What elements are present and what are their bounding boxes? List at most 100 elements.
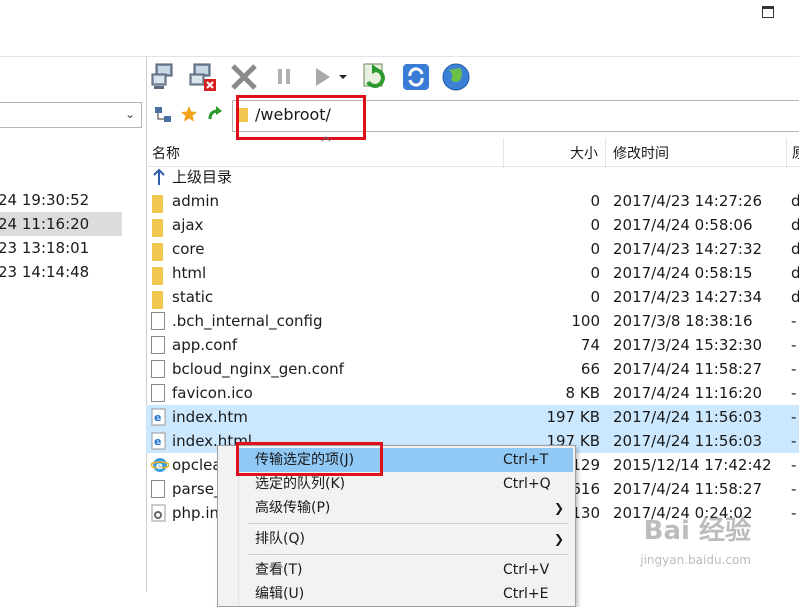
- column-divider[interactable]: [503, 138, 504, 168]
- table-row[interactable]: 上级目录: [146, 165, 799, 189]
- file-size: 0: [590, 216, 600, 234]
- cancel-icon[interactable]: [228, 60, 260, 94]
- chevron-down-icon[interactable]: ⌄: [125, 107, 135, 121]
- folder-icon: [152, 195, 163, 213]
- menu-item-queue[interactable]: 排队(Q) ❯: [218, 527, 573, 551]
- parent-directory-icon: [151, 168, 167, 186]
- table-row[interactable]: .bch_internal_config 100 2017/3/8 18:38:16…: [146, 309, 799, 333]
- svg-text:e: e: [154, 435, 161, 448]
- file-modified: 2017/4/23 14:27:34: [613, 288, 763, 306]
- file-attr: -: [791, 480, 797, 498]
- file-icon: [151, 384, 165, 402]
- file-name: bcloud_nginx_gen.conf: [172, 360, 344, 378]
- parent-dir-icon[interactable]: [206, 105, 224, 123]
- refresh-icon[interactable]: [400, 60, 432, 94]
- column-extra[interactable]: 原: [792, 143, 799, 163]
- table-row[interactable]: html 0 2017/4/24 0:58:15 d: [146, 261, 799, 285]
- file-modified: 2017/4/24 11:56:03: [613, 408, 763, 426]
- file-attr: -: [791, 456, 797, 474]
- globe-icon[interactable]: [440, 60, 472, 94]
- table-row[interactable]: bcloud_nginx_gen.conf 66 2017/4/24 11:58:2…: [146, 357, 799, 381]
- file-attr: -: [791, 504, 797, 522]
- table-row[interactable]: favicon.ico 8 KB 2017/4/24 11:16:20 -: [146, 381, 799, 405]
- file-modified: 2017/4/24 0:58:15: [613, 264, 753, 282]
- play-icon[interactable]: [306, 60, 338, 94]
- menu-divider: [248, 523, 568, 524]
- file-attr: d: [791, 264, 799, 282]
- file-icon: [151, 360, 165, 378]
- column-divider[interactable]: [605, 138, 606, 168]
- file-size: 66: [580, 360, 600, 378]
- table-row[interactable]: admin 0 2017/4/23 14:27:26 d: [146, 189, 799, 213]
- file-icon: [151, 336, 165, 354]
- network-disconnect-icon[interactable]: [188, 60, 220, 94]
- network-connect-icon[interactable]: [150, 60, 182, 94]
- play-dropdown-icon[interactable]: [336, 60, 350, 94]
- file-attr: d: [791, 216, 799, 234]
- file-size: 197 KB: [546, 408, 600, 426]
- file-modified: 2015/12/14 17:42:42: [613, 456, 772, 474]
- sort-ascending-icon: [321, 136, 331, 142]
- column-divider[interactable]: [786, 138, 787, 168]
- list-item[interactable]: 23 13:18:01: [0, 236, 146, 260]
- file-modified: 2017/4/24 11:58:27: [613, 480, 763, 498]
- file-size: 74: [580, 336, 600, 354]
- column-header: 名称 大小 修改时间 原: [146, 136, 799, 168]
- file-name: opclea: [172, 456, 222, 474]
- internet-explorer-icon: e: [150, 456, 170, 474]
- file-size: 0: [590, 264, 600, 282]
- star-icon[interactable]: [180, 105, 198, 123]
- maximize-window-icon[interactable]: [762, 6, 774, 18]
- menu-divider: [248, 554, 568, 555]
- file-modified: 2017/3/8 18:38:16: [613, 312, 753, 330]
- menu-item-advanced-transfer[interactable]: 高级传输(P) ❯: [218, 496, 573, 520]
- svg-text:e: e: [154, 411, 161, 424]
- column-modified[interactable]: 修改时间: [613, 143, 669, 163]
- submenu-arrow-icon: ❯: [554, 501, 565, 515]
- file-modified: 2017/4/24 0:58:06: [613, 216, 753, 234]
- folder-icon: [152, 291, 163, 309]
- file-name: .bch_internal_config: [172, 312, 323, 330]
- file-size: 100: [571, 312, 600, 330]
- file-name: html: [172, 264, 207, 282]
- site-tree-icon[interactable]: [154, 106, 172, 124]
- list-item[interactable]: 24 11:16:20: [0, 212, 122, 236]
- table-row[interactable]: e index.htm 197 KB 2017/4/24 11:56:03 -: [146, 405, 799, 429]
- column-name[interactable]: 名称: [152, 143, 180, 163]
- file-attr: -: [791, 336, 797, 354]
- table-row[interactable]: app.conf 74 2017/3/24 15:32:30 -: [146, 333, 799, 357]
- local-path-combo[interactable]: ⌄: [0, 102, 142, 128]
- file-name: parse_: [172, 480, 222, 498]
- file-name: php.in: [172, 504, 219, 522]
- html-file-icon: e: [151, 408, 167, 426]
- menu-item-edit[interactable]: 编辑(U) Ctrl+E: [218, 582, 573, 606]
- file-name: app.conf: [172, 336, 238, 354]
- local-file-panel: ⌄ 24 19:30:52 24 11:16:20 23 13:18:01 23…: [0, 57, 147, 592]
- file-attr: -: [791, 360, 797, 378]
- table-row[interactable]: static 0 2017/4/23 14:27:34 d: [146, 285, 799, 309]
- list-item[interactable]: 24 19:30:52: [0, 188, 146, 212]
- submenu-arrow-icon: ❯: [554, 532, 565, 546]
- table-row[interactable]: core 0 2017/4/23 14:27:32 d: [146, 237, 799, 261]
- menu-item-view[interactable]: 查看(T) Ctrl+V: [218, 558, 573, 582]
- file-attr: -: [791, 408, 797, 426]
- file-name: 上级目录: [172, 168, 233, 186]
- local-file-list: 24 19:30:52 24 11:16:20 23 13:18:01 23 1…: [0, 188, 146, 284]
- sync-browse-icon[interactable]: [360, 60, 392, 94]
- watermark-logo: Bai 经验: [643, 516, 751, 546]
- pause-icon[interactable]: [268, 60, 300, 94]
- file-modified: 2017/4/23 14:27:32: [613, 240, 763, 258]
- file-size: 0: [590, 192, 600, 210]
- svg-text:e: e: [156, 461, 163, 472]
- file-modified: 2017/3/24 15:32:30: [613, 336, 763, 354]
- file-modified: 2017/4/24 11:16:20: [613, 384, 763, 402]
- column-size[interactable]: 大小: [570, 143, 598, 163]
- highlight-annotation-menu: [236, 442, 383, 476]
- folder-icon: [152, 219, 163, 237]
- list-item[interactable]: 23 14:14:48: [0, 260, 146, 284]
- table-row[interactable]: ajax 0 2017/4/24 0:58:06 d: [146, 213, 799, 237]
- file-modified: 2017/4/24 11:58:27: [613, 360, 763, 378]
- file-name: admin: [172, 192, 219, 210]
- file-attr: -: [791, 384, 797, 402]
- file-attr: d: [791, 240, 799, 258]
